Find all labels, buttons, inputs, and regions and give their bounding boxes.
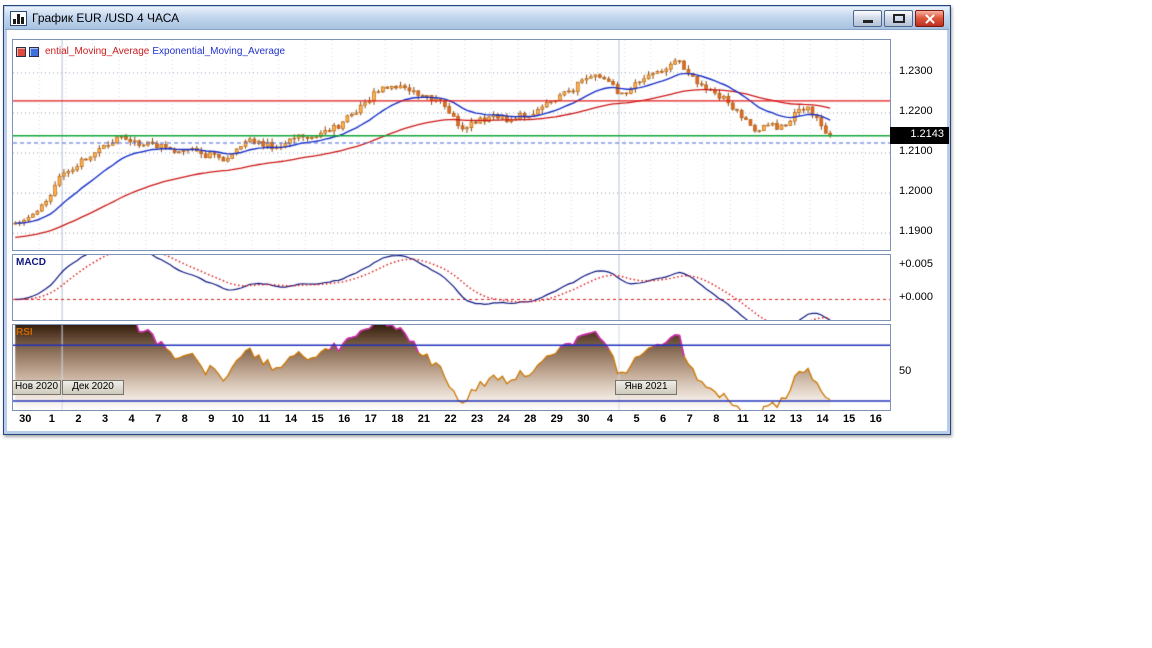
macd-tick-label: +0.005 bbox=[899, 258, 933, 271]
x-axis-label: 1 bbox=[48, 413, 55, 425]
x-axis-label: 11 bbox=[258, 413, 271, 425]
x-axis-label: 14 bbox=[284, 413, 298, 425]
x-axis-label: 2 bbox=[75, 413, 82, 425]
legend-swatch-blue[interactable] bbox=[29, 46, 39, 57]
time-axis: 30 1 2 3 4 7 8 9 10 11 14 15 16 17 18 21 22 23 24 28 29 30 4 5 6… bbox=[12, 411, 891, 427]
rsi-canvas[interactable] bbox=[13, 325, 890, 410]
price-tick-label: 1.2000 bbox=[899, 185, 933, 198]
x-axis-label: 8 bbox=[181, 413, 188, 425]
price-tick-label: 1.2100 bbox=[899, 145, 933, 157]
x-axis-label: 10 bbox=[231, 413, 245, 425]
rsi-panel: RSI bbox=[12, 324, 891, 411]
macd-tick-label: +0.000 bbox=[899, 291, 933, 304]
current-price-tag: 1.2143 bbox=[890, 126, 949, 144]
x-axis-label: 7 bbox=[155, 413, 162, 425]
x-axis-label: 30 bbox=[19, 413, 32, 425]
maximize-icon bbox=[893, 13, 905, 23]
x-axis-label: 6 bbox=[660, 413, 667, 425]
price-tick-label: 1.2300 bbox=[899, 64, 933, 77]
rsi-label: RSI bbox=[16, 327, 33, 338]
x-axis-label: 13 bbox=[789, 413, 803, 425]
window-title: График EUR /USD 4 ЧАСА bbox=[32, 11, 180, 25]
month-marker-nov2020: Нов 2020 bbox=[12, 380, 61, 395]
x-axis-label: 7 bbox=[686, 413, 693, 425]
rsi-mid-label: 50 bbox=[899, 365, 912, 378]
minimize-button[interactable] bbox=[853, 9, 882, 27]
chart-client-area: ential_Moving_Average Exponential_Moving… bbox=[7, 30, 949, 431]
right-price-axis: 1.2300 1.2200 1.2100 1.2000 1.1900 +0.005 +0.0… bbox=[893, 30, 949, 431]
x-axis-label: 15 bbox=[843, 413, 856, 425]
x-axis-label: 24 bbox=[497, 413, 510, 425]
minimize-icon bbox=[863, 19, 873, 23]
x-axis-label: 14 bbox=[816, 413, 829, 425]
x-axis-label: 28 bbox=[524, 413, 537, 425]
price-chart-canvas[interactable] bbox=[13, 40, 890, 250]
x-axis-label: 30 bbox=[577, 413, 590, 425]
x-axis-label: 4 bbox=[128, 413, 135, 425]
month-marker-jan2021: Янв 2021 bbox=[615, 380, 677, 395]
x-axis-label: 22 bbox=[444, 413, 457, 425]
price-tick-label: 1.2200 bbox=[899, 104, 933, 117]
close-icon bbox=[916, 11, 943, 26]
x-axis-label: 16 bbox=[869, 413, 882, 425]
month-marker-dec2020: Дек 2020 bbox=[62, 380, 124, 395]
x-axis-label: 8 bbox=[713, 413, 720, 425]
x-axis-label: 16 bbox=[338, 413, 351, 425]
price-tick-label: 1.1900 bbox=[899, 225, 933, 238]
x-axis-label: 11 bbox=[737, 413, 749, 425]
window-controls bbox=[853, 9, 944, 27]
x-axis-label: 23 bbox=[470, 413, 484, 425]
x-axis-label: 21 bbox=[417, 413, 431, 425]
chart-app-icon bbox=[10, 10, 27, 26]
chart-window: График EUR /USD 4 ЧАСА ential_Moving_Ave… bbox=[3, 5, 951, 435]
x-axis-label: 12 bbox=[763, 413, 776, 425]
desktop: График EUR /USD 4 ЧАСА ential_Moving_Ave… bbox=[0, 0, 1152, 648]
x-axis-label: 5 bbox=[633, 413, 640, 425]
close-button[interactable] bbox=[915, 9, 944, 27]
legend-swatch-red[interactable] bbox=[16, 46, 26, 57]
x-axis-label: 4 bbox=[606, 413, 614, 425]
x-axis-label: 15 bbox=[311, 413, 324, 425]
x-axis-label: 3 bbox=[101, 413, 109, 425]
window-titlebar[interactable]: График EUR /USD 4 ЧАСА bbox=[5, 7, 949, 30]
indicator-legend: ential_Moving_Average Exponential_Moving… bbox=[16, 46, 285, 57]
ema-legend-red: ential_Moving_Average bbox=[45, 46, 150, 57]
x-axis-label: 9 bbox=[208, 413, 215, 425]
macd-label: MACD bbox=[16, 257, 46, 268]
macd-canvas[interactable] bbox=[13, 255, 890, 320]
ema-legend-blue: Exponential_Moving_Average bbox=[152, 46, 286, 57]
x-axis-label: 29 bbox=[550, 413, 563, 425]
price-panel: ential_Moving_Average Exponential_Moving… bbox=[12, 39, 891, 251]
x-axis-label: 17 bbox=[364, 413, 377, 425]
maximize-button[interactable] bbox=[884, 9, 913, 27]
macd-panel: MACD bbox=[12, 254, 891, 321]
x-axis-label: 18 bbox=[391, 413, 404, 425]
